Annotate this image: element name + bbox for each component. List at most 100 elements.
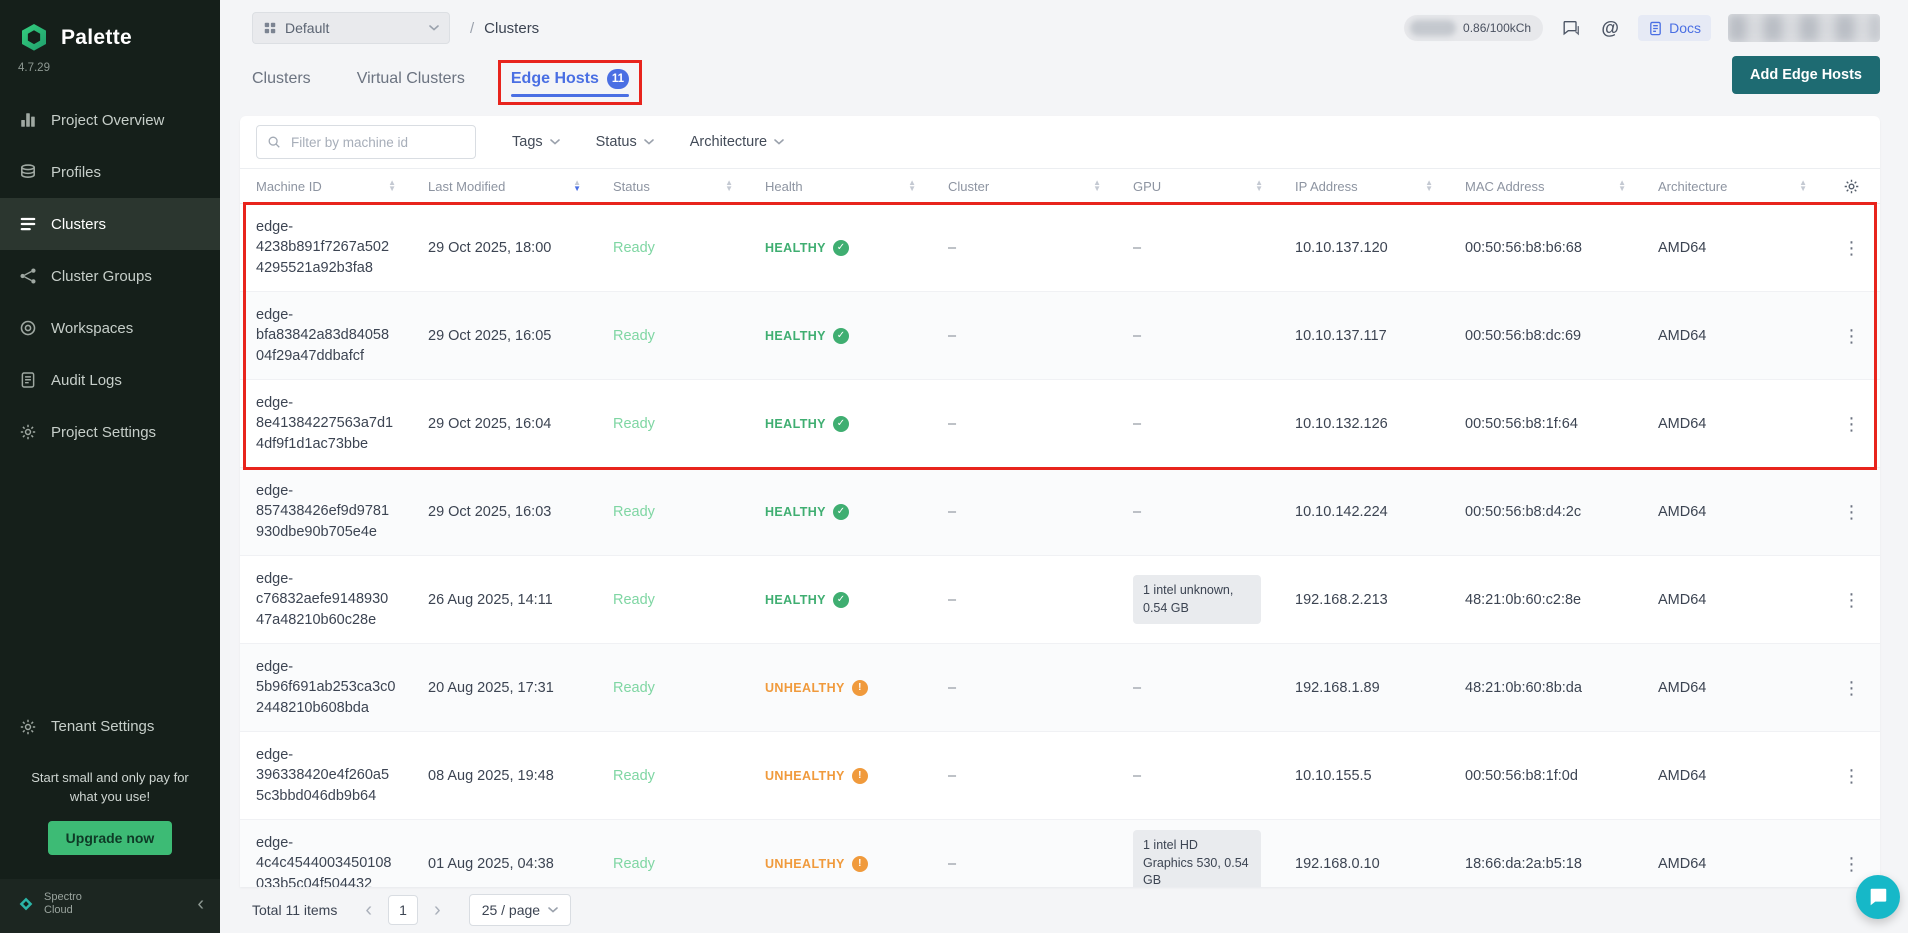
kebab-menu-icon[interactable]: ⋮ (1837, 235, 1867, 261)
brand: Palette (0, 0, 220, 58)
healthy-check-icon: ✓ (833, 504, 849, 520)
cell-mac-address: 00:50:56:b8:dc:69 (1449, 292, 1642, 379)
app-window: Palette 4.7.29 Project OverviewProfilesC… (0, 0, 1908, 933)
kebab-menu-icon[interactable]: ⋮ (1837, 675, 1867, 701)
breadcrumb-separator: / (470, 20, 474, 37)
tab-edge-hosts[interactable]: Edge Hosts11 (511, 69, 629, 104)
edge-hosts-table-card: Tags Status Architecture Machine ID▲▼Last … (240, 116, 1880, 887)
unhealthy-warning-icon: ! (852, 768, 868, 784)
add-edge-hosts-button[interactable]: Add Edge Hosts (1732, 56, 1880, 94)
cell-health: HEALTHY✓ (749, 556, 932, 643)
next-page-button[interactable]: › (434, 900, 441, 920)
cell-machine-id: edge-8e41384227563a7d14df9f1d1ac73bbe (240, 380, 412, 467)
cell-gpu: 1 intel HD Graphics 530, 0.54 GB (1117, 820, 1279, 887)
page-number-button[interactable]: 1 (388, 895, 418, 925)
sidebar-item-cluster-groups[interactable]: Cluster Groups (0, 250, 220, 302)
gpu-chip: 1 intel HD Graphics 530, 0.54 GB (1133, 830, 1261, 887)
cell-ip-address: 192.168.1.89 (1279, 644, 1449, 731)
sidebar-item-clusters[interactable]: Clusters (0, 198, 220, 250)
tab-virtual-clusters[interactable]: Virtual Clusters (357, 69, 465, 104)
filter-bar: Tags Status Architecture (240, 116, 1880, 168)
table-row[interactable]: edge-4c4c4544003450108033b5c04f50443201 … (240, 820, 1880, 887)
column-header-status[interactable]: Status▲▼ (597, 169, 749, 203)
status-ready-label: Ready (613, 768, 655, 784)
mention-icon[interactable]: @ (1599, 17, 1621, 39)
column-header-cluster[interactable]: Cluster▲▼ (932, 169, 1117, 203)
kebab-menu-icon[interactable]: ⋮ (1837, 323, 1867, 349)
content: Tags Status Architecture Machine ID▲▼Last … (220, 104, 1908, 933)
search-box (256, 125, 476, 159)
sidebar-item-profiles[interactable]: Profiles (0, 146, 220, 198)
unhealthy-warning-icon: ! (852, 856, 868, 872)
tab-clusters[interactable]: Clusters (252, 69, 311, 104)
column-header-last-modified[interactable]: Last Modified▲▼ (412, 169, 597, 203)
filter-dropdown-tags[interactable]: Tags (512, 134, 560, 150)
filter-dropdown-architecture[interactable]: Architecture (690, 134, 784, 150)
table-row[interactable]: edge-c76832aefe914893047a48210b60c28e26 … (240, 556, 1880, 644)
sidebar: Palette 4.7.29 Project OverviewProfilesC… (0, 0, 220, 933)
cell-health: UNHEALTHY! (749, 644, 932, 731)
usage-counter: 0.86/100kCh (1404, 15, 1543, 41)
cell-health: HEALTHY✓ (749, 204, 932, 291)
column-header-gpu[interactable]: GPU▲▼ (1117, 169, 1279, 203)
cell-architecture: AMD64 (1642, 644, 1823, 731)
cell-status: Ready (597, 820, 749, 887)
topbar-right: 0.86/100kCh @ Docs (1404, 14, 1880, 42)
cell-status: Ready (597, 292, 749, 379)
sidebar-item-tenant-settings[interactable]: Tenant Settings (0, 701, 220, 753)
kebab-menu-icon[interactable]: ⋮ (1837, 587, 1867, 613)
previous-page-button[interactable]: ‹ (365, 900, 372, 920)
version-label: 4.7.29 (0, 58, 220, 94)
sort-icon: ▲▼ (388, 180, 396, 193)
pagination: ‹ 1 › (365, 895, 440, 925)
table-row[interactable]: edge-8e41384227563a7d14df9f1d1ac73bbe29 … (240, 380, 1880, 468)
column-header-mac-address[interactable]: MAC Address▲▼ (1449, 169, 1642, 203)
profiles-icon (19, 163, 37, 181)
table-row[interactable]: edge-4238b891f7267a5024295521a92b3fa829 … (240, 204, 1880, 292)
settings-icon (19, 423, 37, 441)
cell-mac-address: 48:21:0b:60:8b:da (1449, 644, 1642, 731)
table-row[interactable]: edge-5b96f691ab253ca3c02448210b608bda20 … (240, 644, 1880, 732)
chat-fab-button[interactable] (1856, 875, 1900, 919)
tabs: Clusters Virtual Clusters Edge Hosts11 (252, 69, 629, 104)
table-row[interactable]: edge-857438426ef9d9781930dbe90b705e4e29 … (240, 468, 1880, 556)
cell-ip-address: 192.168.0.10 (1279, 820, 1449, 887)
sidebar-item-project-settings[interactable]: Project Settings (0, 406, 220, 458)
cell-status: Ready (597, 204, 749, 291)
healthy-check-icon: ✓ (833, 240, 849, 256)
docs-link[interactable]: Docs (1638, 15, 1711, 41)
sidebar-item-workspaces[interactable]: Workspaces (0, 302, 220, 354)
cell-machine-id: edge-5b96f691ab253ca3c02448210b608bda (240, 644, 412, 731)
column-settings-gear-icon[interactable] (1823, 169, 1880, 203)
active-tab-underline (511, 94, 629, 97)
cell-last-modified: 01 Aug 2025, 04:38 (412, 820, 597, 887)
table-row[interactable]: edge-396338420e4f260a55c3bbd046db9b6408 … (240, 732, 1880, 820)
table-row[interactable]: edge-bfa83842a83d8405804f29a47ddbafcf29 … (240, 292, 1880, 380)
row-actions: ⋮ (1823, 732, 1880, 819)
column-header-machine-id[interactable]: Machine ID▲▼ (240, 169, 412, 203)
sidebar-item-project-overview[interactable]: Project Overview (0, 94, 220, 146)
collapse-sidebar-button[interactable]: ‹ (197, 894, 204, 914)
sidebar-item-audit-logs[interactable]: Audit Logs (0, 354, 220, 406)
column-header-health[interactable]: Health▲▼ (749, 169, 932, 203)
kebab-menu-icon[interactable]: ⋮ (1837, 851, 1867, 877)
cell-ip-address: 10.10.132.126 (1279, 380, 1449, 467)
cell-architecture: AMD64 (1642, 468, 1823, 555)
kebab-menu-icon[interactable]: ⋮ (1837, 411, 1867, 437)
tenant-settings-icon (19, 718, 37, 736)
chat-icon[interactable] (1560, 17, 1582, 39)
kebab-menu-icon[interactable]: ⋮ (1837, 499, 1867, 525)
column-header-ip-address[interactable]: IP Address▲▼ (1279, 169, 1449, 203)
cell-gpu: – (1117, 644, 1279, 731)
filter-dropdown-status[interactable]: Status (596, 134, 654, 150)
project-selector[interactable]: Default (252, 12, 450, 44)
page-size-select[interactable]: 25 / page (469, 894, 571, 926)
breadcrumb[interactable]: Clusters (484, 20, 539, 37)
upgrade-button[interactable]: Upgrade now (48, 821, 173, 855)
column-header-architecture[interactable]: Architecture▲▼ (1642, 169, 1823, 203)
sidebar-item-label: Project Settings (51, 424, 156, 441)
kebab-menu-icon[interactable]: ⋮ (1837, 763, 1867, 789)
chevron-down-icon (774, 139, 784, 145)
tab-label: Virtual Clusters (357, 70, 465, 88)
search-input[interactable] (289, 134, 465, 151)
